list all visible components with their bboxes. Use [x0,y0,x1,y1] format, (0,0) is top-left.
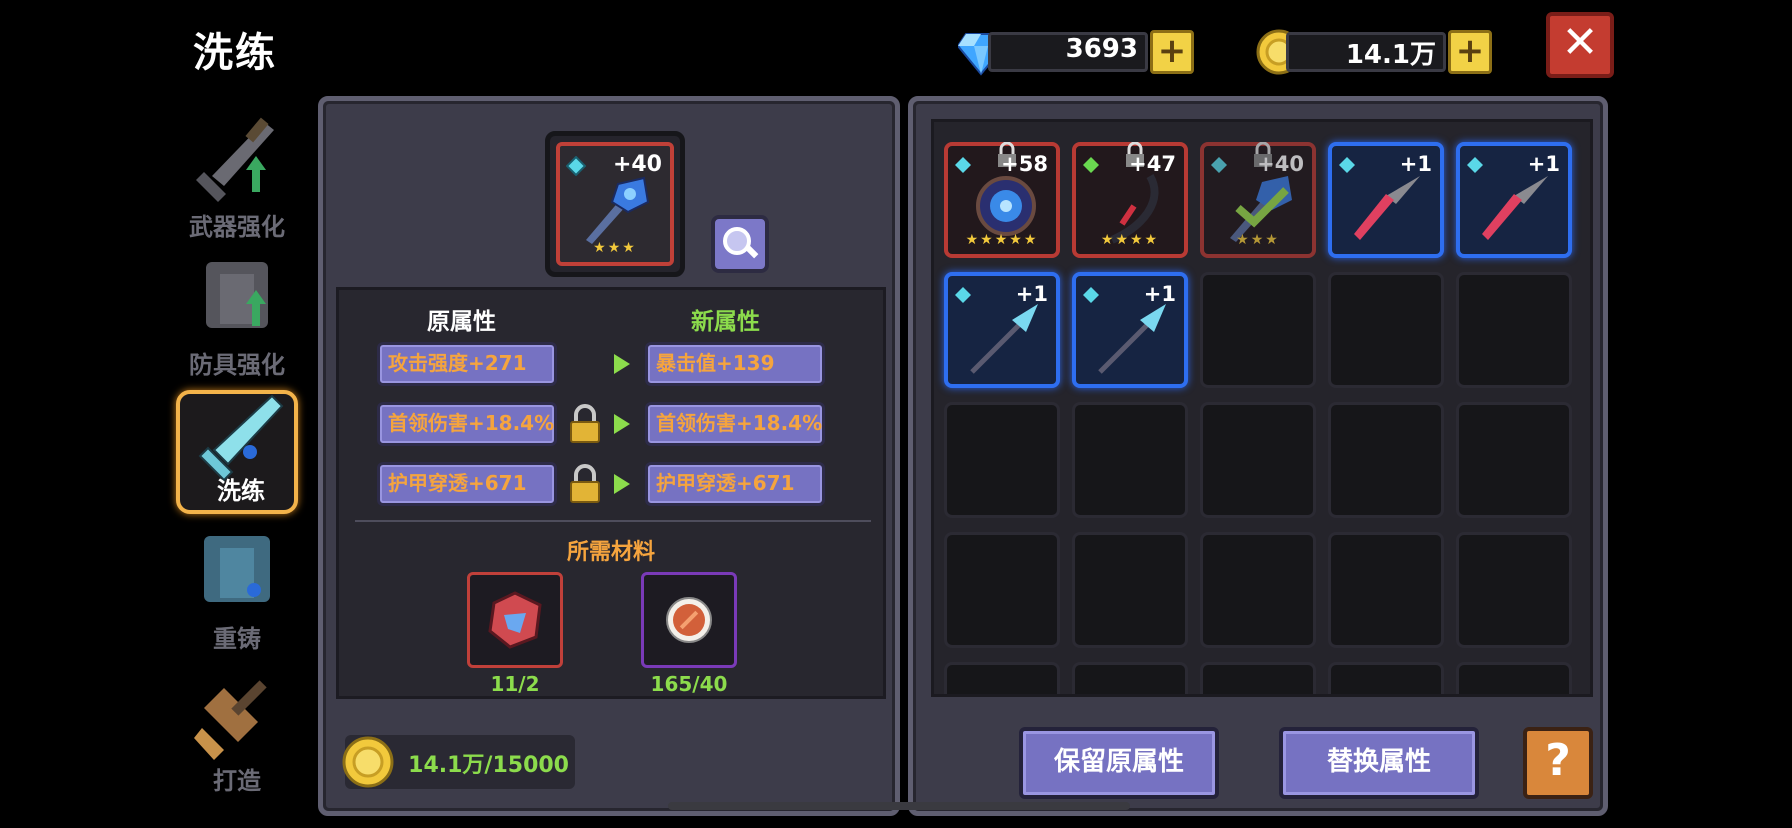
inventory-slot-empty[interactable] [1200,532,1316,648]
material-count: 165/40 [650,672,728,696]
sidebar-item-refine[interactable]: 洗练 [176,390,298,514]
blue-spear-icon [970,304,1038,374]
inventory-slot-equipped[interactable]: +40 ★★★ [1200,142,1316,258]
inventory-slot-empty[interactable] [1072,402,1188,518]
recast-armor-icon [204,536,270,602]
coin-count: 14.1万 [1345,40,1436,70]
page-title: 洗练 [193,30,277,76]
item-stars: ★★★★★ [965,232,1039,248]
sword-upgrade-icon [196,117,274,202]
sidebar-item-label: 防具强化 [189,351,285,379]
inventory-slot-empty[interactable] [1456,402,1572,518]
red-spear-icon [1482,176,1548,240]
inventory-slot-empty[interactable] [1200,402,1316,518]
inventory-slot[interactable]: +47 ★★★★ [1072,142,1188,258]
gem-currency: 3693 + [958,28,1198,76]
inventory-slot-empty[interactable] [944,532,1060,648]
lock-icon[interactable] [567,404,603,444]
old-attribute-2: 首领伤害+18.4% [377,402,557,446]
blue-mace-icon [586,176,650,244]
sidebar-item-label: 打造 [213,767,261,795]
new-attribute-1: 暴击值+139 [645,342,825,386]
refine-panel: +40 ★★★ 原属性 新属性 攻击强度+271 暴击值+139 首领伤害+18… [318,96,900,816]
inventory-slot-empty[interactable] [1328,532,1444,648]
inspect-button[interactable] [711,215,769,273]
inventory-slot-empty[interactable] [1328,402,1444,518]
sidebar-item-label: 武器强化 [189,213,285,241]
material-slot-copper-orb[interactable] [641,572,737,668]
home-indicator [668,802,1130,810]
sidebar-item-armor-upgrade[interactable]: 防具强化 [176,254,298,384]
arrow-right-icon [614,354,630,374]
inventory-slot[interactable]: +1 [1456,142,1572,258]
item-stars: ★★★ [593,240,637,256]
armor-upgrade-icon [206,262,268,328]
sidebar-item-recast[interactable]: 重铸 [176,528,298,658]
arrow-right-icon [614,414,630,434]
red-spear-icon [1354,176,1420,240]
inventory-slot-empty[interactable] [1072,662,1188,694]
old-attribute-1: 攻击强度+271 [377,342,557,386]
inventory-slot-empty[interactable] [1072,532,1188,648]
add-gems-button[interactable]: + [1150,30,1194,74]
add-coins-button[interactable]: + [1448,30,1492,74]
inventory-slot-empty[interactable] [944,402,1060,518]
inventory-slot-empty[interactable] [1328,272,1444,388]
material-count: 11/2 [490,672,540,696]
inventory-slot-empty[interactable] [944,662,1060,694]
sidebar-item-forge[interactable]: 打造 [176,674,298,800]
new-attribute-3: 护甲穿透+671 [645,462,825,506]
coin-currency: 14.1万 + [1256,28,1496,76]
copper-orb-icon [666,597,712,643]
selected-equipment-slot[interactable]: +40 ★★★ [545,131,685,277]
gem-count: 3693 [1065,34,1138,64]
inventory-grid[interactable]: +58 ★★★★★ +47 ★★★★ +40 ★★★ +1 +1 +1 +1 [931,119,1593,697]
forge-hammer-icon [194,680,267,760]
magnifier-icon [723,227,759,259]
old-attribute-3: 护甲穿透+671 [377,462,557,506]
cost-value: 14.1万/15000 [408,753,569,778]
refine-stone-icon [488,591,542,649]
inventory-panel: +58 ★★★★★ +47 ★★★★ +40 ★★★ +1 +1 +1 +1 保… [908,96,1608,816]
inventory-slot-empty[interactable] [1456,272,1572,388]
inventory-slot-empty[interactable] [1200,272,1316,388]
keep-original-button[interactable]: 保留原属性 [1019,727,1219,799]
item-stars: ★★★★ [1100,232,1160,248]
new-attributes-title: 新属性 [691,309,760,335]
coin-icon [342,736,394,788]
blue-spear-icon [1098,304,1166,374]
item-stars: ★★★ [1236,232,1280,248]
inventory-slot-empty[interactable] [1328,662,1444,694]
inventory-slot-empty[interactable] [1456,532,1572,648]
materials-title: 所需材料 [566,540,655,565]
refine-cost: 14.1万/15000 [342,735,575,789]
material-slot-refine-stone[interactable] [467,572,563,668]
arrow-right-icon [614,474,630,494]
inventory-slot[interactable]: +1 [1328,142,1444,258]
inventory-slot[interactable]: +1 [944,272,1060,388]
inventory-slot-empty[interactable] [1456,662,1572,694]
sidebar-item-weapon-upgrade[interactable]: 武器强化 [176,116,298,246]
inventory-slot[interactable]: +58 ★★★★★ [944,142,1060,258]
checkmark-icon [1235,187,1289,228]
divider [355,520,871,522]
sidebar-item-label: 洗练 [217,477,265,505]
close-button[interactable]: ✕ [1546,12,1614,78]
inventory-slot-empty[interactable] [1200,662,1316,694]
replace-attributes-button[interactable]: 替换属性 [1279,727,1479,799]
help-button[interactable]: ? [1523,727,1593,799]
old-attributes-title: 原属性 [427,309,496,335]
sidebar-item-label: 重铸 [213,625,261,653]
attribute-box: 原属性 新属性 攻击强度+271 暴击值+139 首领伤害+18.4% 首领伤害… [336,287,886,699]
new-attribute-2: 首领伤害+18.4% [645,402,825,446]
inventory-slot[interactable]: +1 [1072,272,1188,388]
lock-icon[interactable] [567,464,603,504]
